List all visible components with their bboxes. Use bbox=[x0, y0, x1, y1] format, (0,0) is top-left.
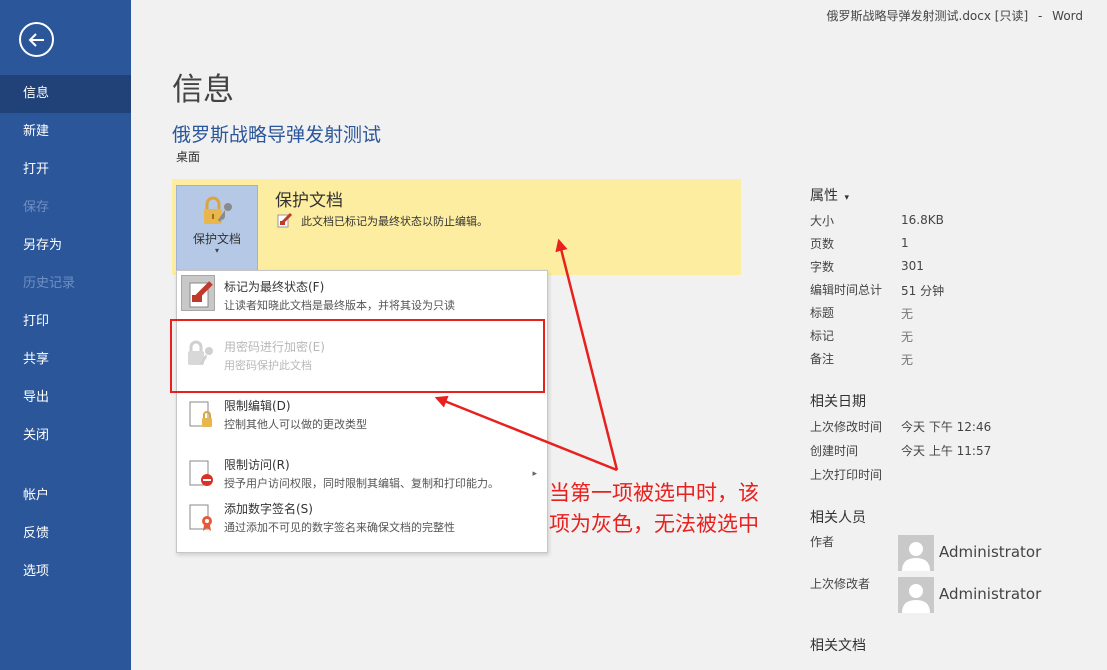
chevron-down-icon: ▾ bbox=[844, 193, 849, 203]
property-label: 编辑时间总计 bbox=[810, 283, 883, 297]
person-role-label: 上次修改者 bbox=[810, 577, 871, 591]
date-value: 今天 上午 11:57 bbox=[901, 444, 992, 458]
property-label: 字数 bbox=[810, 260, 835, 274]
date-label: 上次打印时间 bbox=[810, 468, 883, 482]
property-label: 备注 bbox=[810, 352, 835, 366]
properties-heading[interactable]: 属性 ▾ bbox=[810, 185, 849, 205]
annotation-arrows bbox=[434, 238, 619, 472]
property-label: 标记 bbox=[810, 329, 835, 343]
related-people-heading: 相关人员 bbox=[810, 510, 866, 526]
date-label: 创建时间 bbox=[810, 444, 859, 458]
date-value: 今天 下午 12:46 bbox=[901, 420, 992, 434]
annotation-arrow-left bbox=[434, 395, 618, 472]
property-value: 301 bbox=[901, 259, 924, 273]
person-name[interactable]: Administrator bbox=[939, 585, 1041, 603]
property-value-title[interactable]: 无 bbox=[901, 305, 913, 322]
annotation-line: 当第一项被选中时，该 bbox=[549, 481, 759, 505]
avatar[interactable] bbox=[898, 577, 934, 613]
related-dates-heading: 相关日期 bbox=[810, 394, 866, 410]
property-value-comments[interactable]: 无 bbox=[901, 351, 913, 368]
related-documents-heading: 相关文档 bbox=[810, 638, 866, 654]
properties-heading-label: 属性 bbox=[810, 188, 838, 204]
person-name[interactable]: Administrator bbox=[939, 543, 1041, 561]
property-label: 大小 bbox=[810, 214, 835, 228]
annotation-line: 项为灰色，无法被选中 bbox=[549, 512, 759, 536]
avatar[interactable] bbox=[898, 535, 934, 571]
annotation-arrow-up bbox=[555, 238, 619, 471]
property-label: 标题 bbox=[810, 306, 835, 320]
property-value-tags[interactable]: 无 bbox=[901, 328, 913, 345]
annotation-text: 当第一项被选中时，该 项为灰色，无法被选中 bbox=[549, 478, 789, 540]
property-value: 16.8KB bbox=[901, 213, 944, 227]
property-value: 51 分钟 bbox=[901, 284, 945, 298]
person-icon bbox=[902, 584, 930, 613]
date-label: 上次修改时间 bbox=[810, 420, 883, 434]
property-label: 页数 bbox=[810, 237, 835, 251]
person-role-label: 作者 bbox=[810, 535, 835, 549]
person-icon bbox=[902, 542, 930, 571]
property-value: 1 bbox=[901, 236, 909, 250]
